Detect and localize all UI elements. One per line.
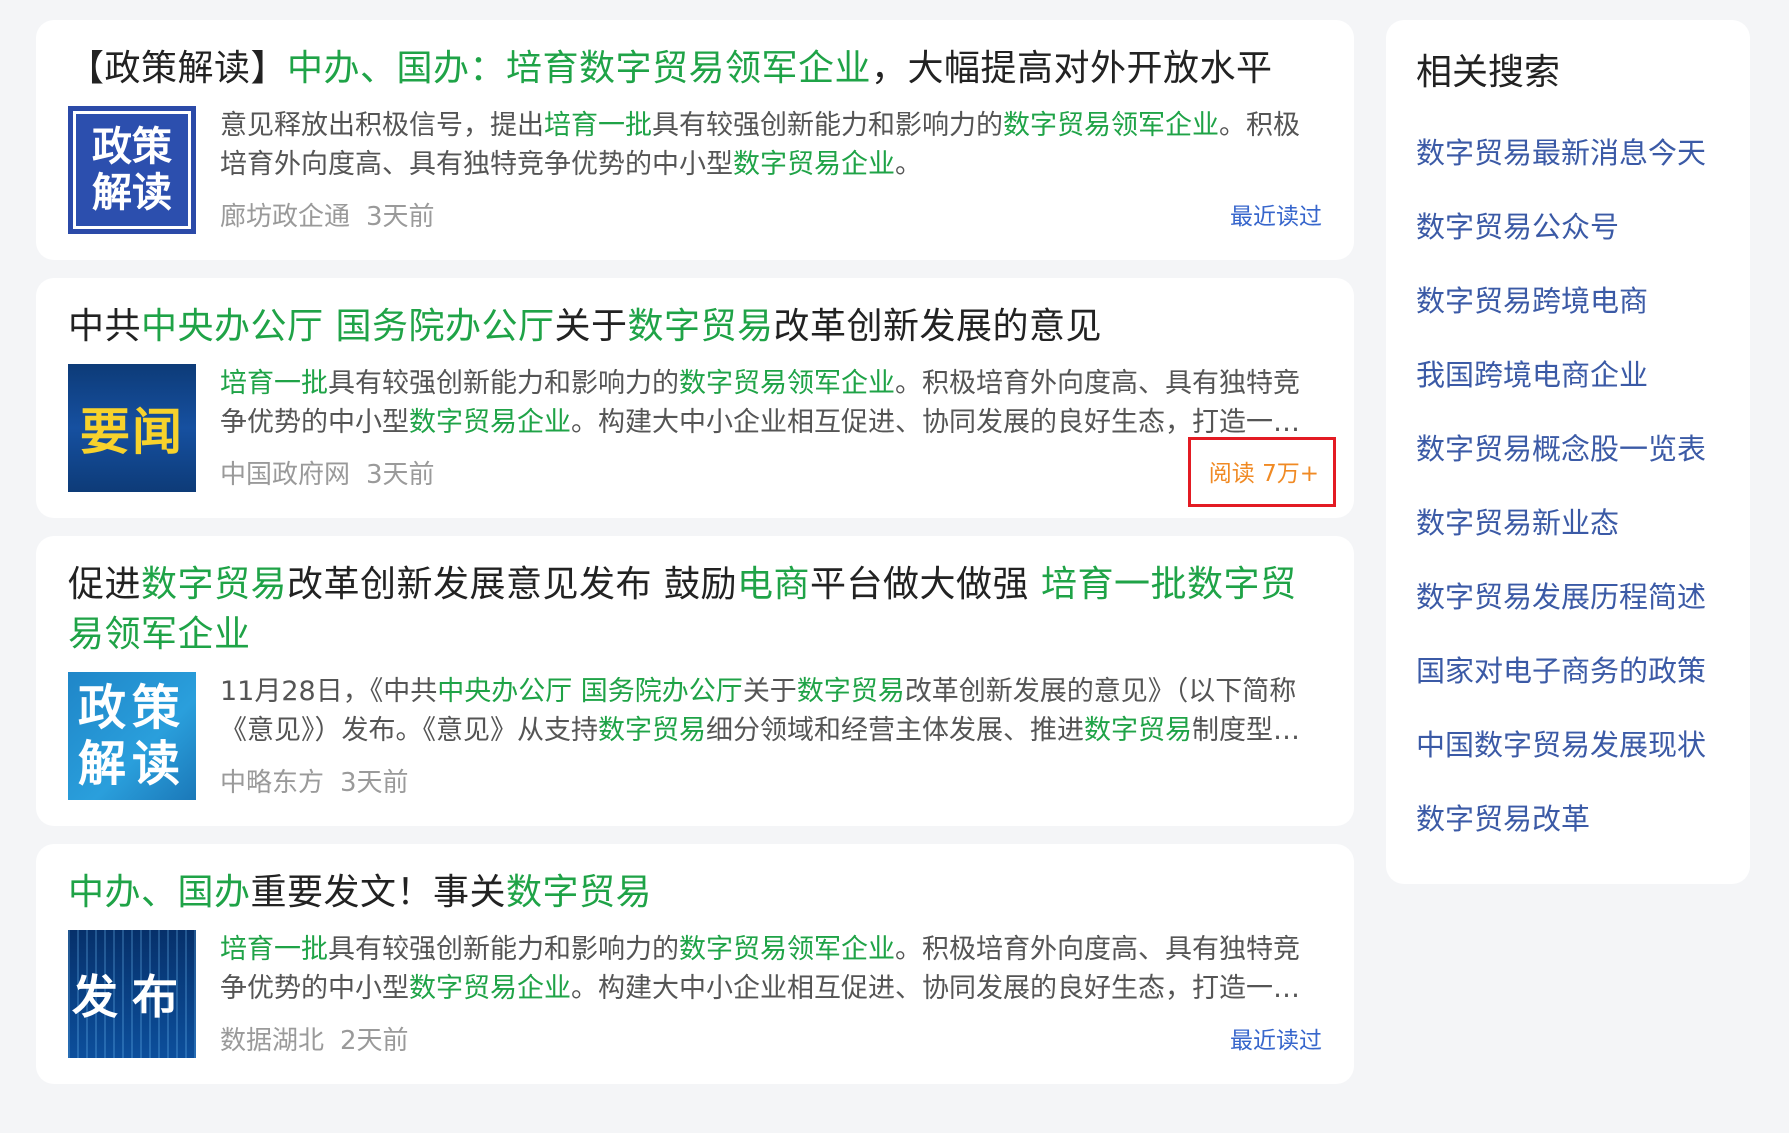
result-time: 3天前	[340, 767, 409, 798]
results-list: 【政策解读】中办、国办：培育数字贸易领军企业，大幅提高对外开放水平 政策解读 意…	[36, 20, 1354, 1102]
result-source: 中略东方	[220, 767, 325, 798]
result-thumbnail[interactable]: 要闻	[68, 364, 196, 492]
highlighted-keyword: 数字贸易	[598, 715, 706, 746]
result-title[interactable]: 【政策解读】中办、国办：培育数字贸易领军企业，大幅提高对外开放水平	[68, 44, 1322, 94]
thumbnail-text: 政策解读	[77, 680, 186, 792]
highlighted-keyword: 电商	[736, 564, 810, 605]
result-title[interactable]: 中办、国办重要发文！事关数字贸易	[68, 868, 1322, 918]
result-title[interactable]: 中共中央办公厅 国务院办公厅关于数字贸易改革创新发展的意见	[68, 302, 1322, 352]
highlighted-keyword: 中办、国办	[68, 872, 251, 913]
result-thumbnail[interactable]: 政策解读	[68, 672, 196, 800]
related-searches-panel: 相关搜索 数字贸易最新消息今天 数字贸易公众号 数字贸易跨境电商 我国跨境电商企…	[1386, 20, 1750, 884]
highlighted-keyword: 培育一批	[544, 110, 652, 141]
result-time: 2天前	[340, 1025, 409, 1056]
text-segment: 关于	[742, 676, 797, 707]
related-search-item[interactable]: 数字贸易跨境电商	[1416, 264, 1720, 338]
highlighted-keyword: 数字贸易领军企业	[1003, 110, 1219, 141]
related-search-item[interactable]: 数字贸易概念股一览表	[1416, 412, 1720, 486]
text-segment: 意见释放出积极信号，提出	[220, 110, 544, 141]
text-segment: 关于	[554, 306, 628, 347]
highlighted-keyword: 数字贸易	[796, 676, 905, 707]
related-search-item[interactable]: 数字贸易公众号	[1416, 190, 1720, 264]
text-segment: 改革创新发展意见发布 鼓励	[287, 564, 737, 605]
highlighted-keyword: 数字贸易	[627, 306, 774, 347]
text-segment: 具有较强创新能力和影响力的	[652, 110, 1003, 141]
result-title[interactable]: 促进数字贸易改革创新发展意见发布 鼓励电商平台做大做强 培育一批数字贸易领军企业	[68, 560, 1322, 660]
highlighted-keyword: 数字贸易	[1084, 715, 1192, 746]
text-segment: 【政策解读】	[68, 48, 288, 89]
highlighted-keyword: 数字贸易	[141, 564, 288, 605]
text-segment: 重要发文！事关	[250, 872, 507, 913]
highlighted-keyword: 培育一批	[220, 934, 328, 965]
text-segment: 具有较强创新能力和影响力的	[328, 368, 679, 399]
result-card[interactable]: 中共中央办公厅 国务院办公厅关于数字贸易改革创新发展的意见 要闻 培育一批具有较…	[36, 278, 1354, 518]
highlighted-keyword: 数字贸易领军企业	[679, 368, 895, 399]
result-thumbnail[interactable]: 发布	[68, 930, 196, 1058]
highlighted-keyword: 数字贸易企业	[733, 149, 895, 180]
highlighted-keyword: 数字贸易领军企业	[679, 934, 895, 965]
related-search-item[interactable]: 数字贸易改革	[1416, 782, 1720, 856]
text-segment: ，大幅提高对外开放水平	[871, 48, 1273, 89]
highlighted-keyword: 培育一批	[220, 368, 328, 399]
result-time: 3天前	[366, 459, 435, 490]
result-summary: 培育一批具有较强创新能力和影响力的数字贸易领军企业。积极培育外向度高、具有独特竞…	[220, 364, 1322, 442]
thumbnail-text: 发布	[72, 970, 192, 1024]
result-time: 3天前	[366, 201, 435, 232]
result-source: 数据湖北	[220, 1025, 325, 1056]
recently-read-label: 最近读过	[1230, 204, 1322, 230]
result-card[interactable]: 促进数字贸易改革创新发展意见发布 鼓励电商平台做大做强 培育一批数字贸易领军企业…	[36, 536, 1354, 826]
result-card[interactable]: 【政策解读】中办、国办：培育数字贸易领军企业，大幅提高对外开放水平 政策解读 意…	[36, 20, 1354, 260]
text-segment: 中共	[68, 306, 142, 347]
text-segment: 具有较强创新能力和影响力的	[328, 934, 679, 965]
result-source: 中国政府网	[220, 459, 351, 490]
thumbnail-text: 要闻	[80, 402, 184, 461]
highlighted-keyword: 数字贸易企业	[409, 973, 571, 1004]
result-summary: 培育一批具有较强创新能力和影响力的数字贸易领军企业。积极培育外向度高、具有独特竞…	[220, 930, 1322, 1008]
text-segment: 11月28日，《中共	[220, 676, 438, 707]
related-search-item[interactable]: 中国数字贸易发展现状	[1416, 708, 1720, 782]
text-segment: 改革创新发展的意见	[773, 306, 1103, 347]
text-segment: 。	[895, 149, 922, 180]
read-count-badge: 阅读 7万+	[1187, 437, 1336, 507]
recently-read-label: 最近读过	[1230, 1028, 1322, 1054]
text-segment: 细分领域和经营主体发展、推进	[706, 715, 1084, 746]
highlighted-keyword: 数字贸易	[506, 872, 653, 913]
related-search-item[interactable]: 我国跨境电商企业	[1416, 338, 1720, 412]
result-source: 廊坊政企通	[220, 201, 351, 232]
highlighted-keyword: 数字贸易企业	[409, 407, 571, 438]
related-search-item[interactable]: 数字贸易最新消息今天	[1416, 116, 1720, 190]
result-summary: 意见释放出积极信号，提出培育一批具有较强创新能力和影响力的数字贸易领军企业。积极…	[220, 106, 1322, 184]
thumbnail-text: 政策解读	[76, 114, 188, 226]
text-segment: 平台做大做强	[810, 564, 1041, 605]
related-search-item[interactable]: 数字贸易新业态	[1416, 486, 1720, 560]
related-search-item[interactable]: 国家对电子商务的政策	[1416, 634, 1720, 708]
result-card[interactable]: 中办、国办重要发文！事关数字贸易 发布 培育一批具有较强创新能力和影响力的数字贸…	[36, 844, 1354, 1084]
highlighted-keyword: 中央办公厅 国务院办公厅	[437, 676, 743, 707]
result-summary: 11月28日，《中共中央办公厅 国务院办公厅关于数字贸易改革创新发展的意见》（以…	[220, 672, 1322, 750]
related-search-item[interactable]: 数字贸易发展历程简述	[1416, 560, 1720, 634]
text-segment: 促进	[68, 564, 142, 605]
highlighted-keyword: 中央办公厅 国务院办公厅	[141, 306, 555, 347]
highlighted-keyword: 中办、国办：培育数字贸易领军企业	[287, 48, 872, 89]
result-thumbnail[interactable]: 政策解读	[68, 106, 196, 234]
related-searches-title: 相关搜索	[1416, 52, 1561, 93]
